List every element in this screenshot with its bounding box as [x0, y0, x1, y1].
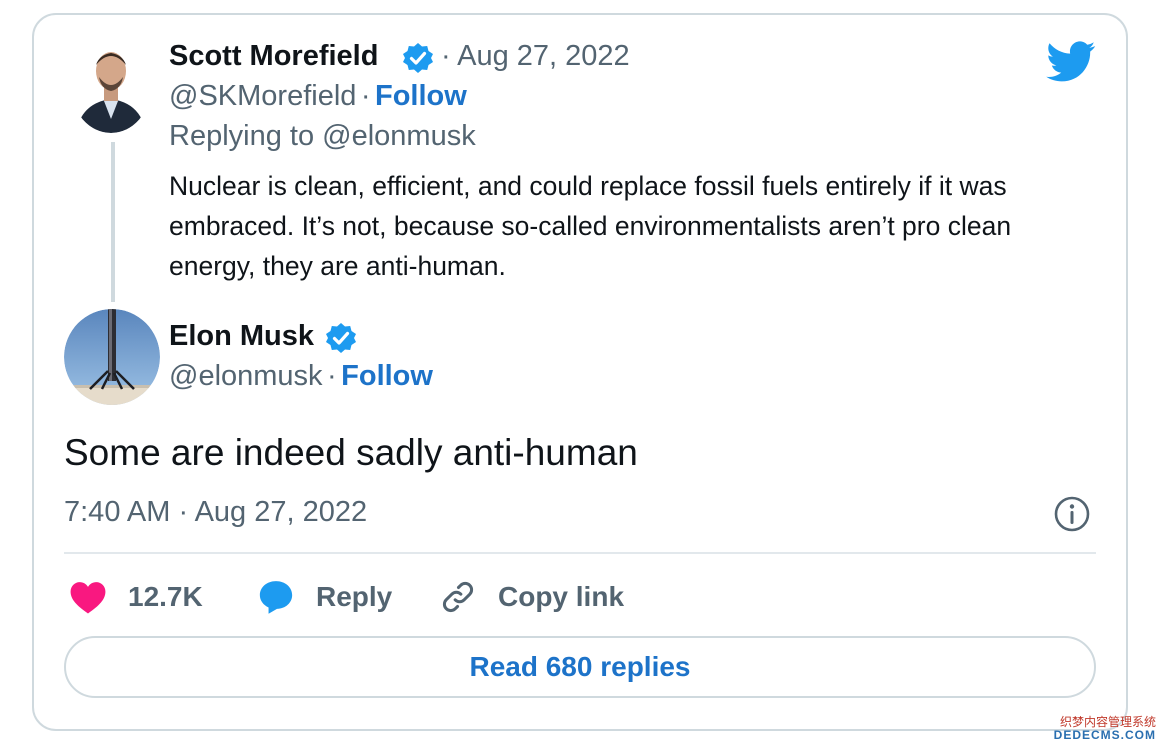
main-handle-row: @elonmusk · Follow — [169, 360, 433, 393]
follow-scott-button[interactable]: Follow — [375, 80, 467, 112]
twitter-bird-icon[interactable] — [1046, 41, 1096, 83]
verified-badge-icon — [325, 322, 357, 354]
info-icon[interactable] — [1054, 496, 1090, 532]
avatar-scott-morefield[interactable] — [71, 41, 151, 133]
main-author-handle[interactable]: @elonmusk — [169, 360, 323, 392]
thread-connector-line — [111, 142, 115, 302]
site-watermark: 织梦内容管理系统 DEDECMS.COM — [1054, 716, 1156, 742]
main-author-name[interactable]: Elon Musk — [169, 320, 314, 353]
like-count: 12.7K — [128, 581, 203, 612]
like-action[interactable]: 12.7K — [69, 577, 203, 617]
copy-link-label: Copy link — [498, 581, 625, 612]
avatar-image — [71, 41, 151, 133]
reply-handle-row: @SKMorefield · Follow — [169, 80, 467, 113]
follow-elon-button[interactable]: Follow — [341, 360, 433, 392]
link-icon — [439, 578, 477, 616]
separator-dot: · — [327, 360, 337, 392]
reply-bubble-icon — [257, 578, 295, 616]
actions-divider — [64, 552, 1096, 554]
reply-label: Reply — [316, 581, 393, 612]
copy-link-action[interactable]: Copy link — [439, 577, 624, 617]
read-replies-label: Read 680 replies — [469, 651, 691, 682]
watermark-line2: DEDECMS.COM — [1053, 728, 1156, 742]
reply-action[interactable]: Reply — [257, 577, 392, 617]
verified-badge-icon — [402, 42, 434, 74]
replying-to-label[interactable]: Replying to @elonmusk — [169, 120, 476, 153]
reply-tweet-text: Nuclear is clean, efficient, and could r… — [169, 171, 1012, 281]
heart-icon — [69, 579, 107, 615]
main-tweet-text: Some are indeed sadly anti-human — [64, 432, 638, 473]
reply-tweet-date[interactable]: · Aug 27, 2022 — [441, 40, 630, 73]
avatar-image — [64, 309, 160, 405]
avatar-elon-musk[interactable] — [64, 309, 160, 405]
reply-author-name[interactable]: Scott Morefield — [169, 40, 378, 73]
read-replies-button[interactable]: Read 680 replies — [64, 636, 1096, 698]
main-tweet-timestamp[interactable]: 7:40 AM · Aug 27, 2022 — [64, 496, 367, 529]
reply-author-handle[interactable]: @SKMorefield — [169, 80, 356, 112]
separator-dot: · — [360, 80, 371, 112]
